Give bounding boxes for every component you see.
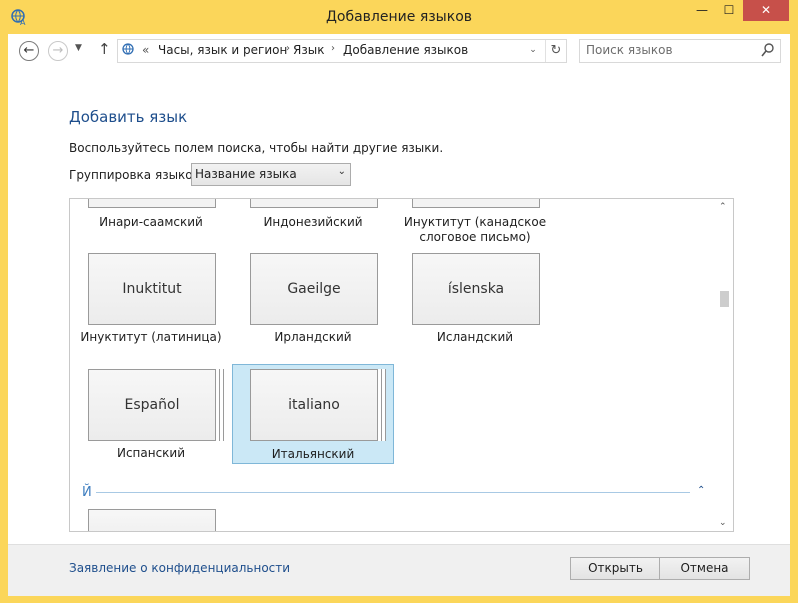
address-dropdown-icon[interactable]: ⌄ <box>526 42 540 58</box>
breadcrumb-separator-icon[interactable]: › <box>286 43 290 54</box>
language-name: Итальянский <box>271 447 355 461</box>
recent-locations-icon[interactable]: ▼ <box>75 43 82 53</box>
language-tile-italian[interactable]: italiano Итальянский <box>232 364 394 464</box>
address-bar[interactable]: « Часы, язык и регион › Язык › Добавлени… <box>117 39 567 63</box>
language-list[interactable]: Инари-саамский Индонезийский Инуктитут (… <box>69 198 734 532</box>
breadcrumb-add-languages[interactable]: Добавление языков <box>343 43 468 57</box>
breadcrumb-language[interactable]: Язык <box>293 43 324 57</box>
language-name: Исландский <box>436 330 514 344</box>
grouping-label: Группировка языков: <box>69 168 204 182</box>
language-name: Ирландский <box>274 330 352 344</box>
address-overflow-icon[interactable]: « <box>142 43 149 57</box>
open-button[interactable]: Открыть <box>570 557 661 580</box>
language-name[interactable]: Инари-саамский <box>71 215 231 230</box>
language-name: Инуктитут (латиница) <box>80 330 222 344</box>
language-tile-card[interactable] <box>88 199 216 208</box>
language-native-name: Español <box>88 369 216 441</box>
grouping-select[interactable]: Название языка ⌄ <box>191 163 351 186</box>
maximize-button[interactable]: ☐ <box>716 0 742 21</box>
language-name[interactable]: Инуктитут (канадское слоговое письмо) <box>395 215 555 245</box>
cancel-button[interactable]: Отмена <box>659 557 750 580</box>
privacy-statement-link[interactable]: Заявление о конфиденциальности <box>69 561 290 575</box>
language-name: Испанский <box>116 446 186 460</box>
search-input[interactable]: Поиск языков <box>579 39 781 63</box>
back-button[interactable]: ← <box>19 41 39 61</box>
refresh-icon[interactable]: ↻ <box>545 40 566 62</box>
language-tile-icelandic[interactable]: íslenska Исландский <box>395 253 555 349</box>
language-native-name: Inuktitut <box>88 253 216 325</box>
language-tile-card[interactable] <box>88 509 216 531</box>
language-tile-irish[interactable]: Gaeilge Ирландский <box>233 253 393 349</box>
window-title: Добавление языков <box>325 9 473 25</box>
page-title: Добавить язык <box>69 108 188 126</box>
breadcrumb-clock-language-region[interactable]: Часы, язык и регион <box>158 43 287 57</box>
window: A Добавление языков — ☐ ✕ ← → ▼ ↑ « Часы… <box>0 0 798 603</box>
language-tile-inuktitut-latin[interactable]: Inuktitut Инуктитут (латиница) <box>71 253 231 349</box>
language-native-name: italiano <box>250 369 378 441</box>
language-tile-spanish[interactable]: Español Испанский <box>71 369 231 465</box>
up-button[interactable]: ↑ <box>98 40 111 58</box>
scrollbar-thumb[interactable] <box>720 291 729 307</box>
language-native-name: íslenska <box>412 253 540 325</box>
scroll-down-icon[interactable]: ⌄ <box>719 518 727 528</box>
forward-button[interactable]: → <box>48 41 68 61</box>
language-tile-card[interactable] <box>250 199 378 208</box>
breadcrumb-separator-icon[interactable]: › <box>331 43 335 54</box>
language-tile-card[interactable] <box>412 199 540 208</box>
close-button[interactable]: ✕ <box>743 0 789 21</box>
search-hint: Воспользуйтесь полем поиска, чтобы найти… <box>69 141 444 155</box>
control-panel-icon <box>122 43 134 55</box>
search-placeholder: Поиск языков <box>586 43 673 57</box>
language-name[interactable]: Индонезийский <box>233 215 393 230</box>
title-bar: A Добавление языков — ☐ ✕ <box>0 0 798 34</box>
collapse-section-icon[interactable]: ⌃ <box>697 485 705 496</box>
minimize-button[interactable]: — <box>689 0 715 21</box>
language-native-name: Gaeilge <box>250 253 378 325</box>
client-area: ← → ▼ ↑ « Часы, язык и регион › Язык › Д… <box>8 34 790 596</box>
grouping-select-value: Название языка <box>195 167 297 181</box>
search-icon[interactable] <box>760 42 776 58</box>
chevron-down-icon: ⌄ <box>337 166 346 177</box>
footer-bar: Заявление о конфиденциальности Открыть О… <box>8 544 790 596</box>
main-content: Добавить язык Воспользуйтесь полем поиск… <box>8 68 790 544</box>
section-divider <box>96 492 690 493</box>
scrollbar[interactable]: ⌃ ⌄ <box>716 199 733 531</box>
section-header-letter: Й <box>82 485 92 500</box>
scroll-up-icon[interactable]: ⌃ <box>719 202 727 212</box>
navigation-bar: ← → ▼ ↑ « Часы, язык и регион › Язык › Д… <box>8 34 790 68</box>
